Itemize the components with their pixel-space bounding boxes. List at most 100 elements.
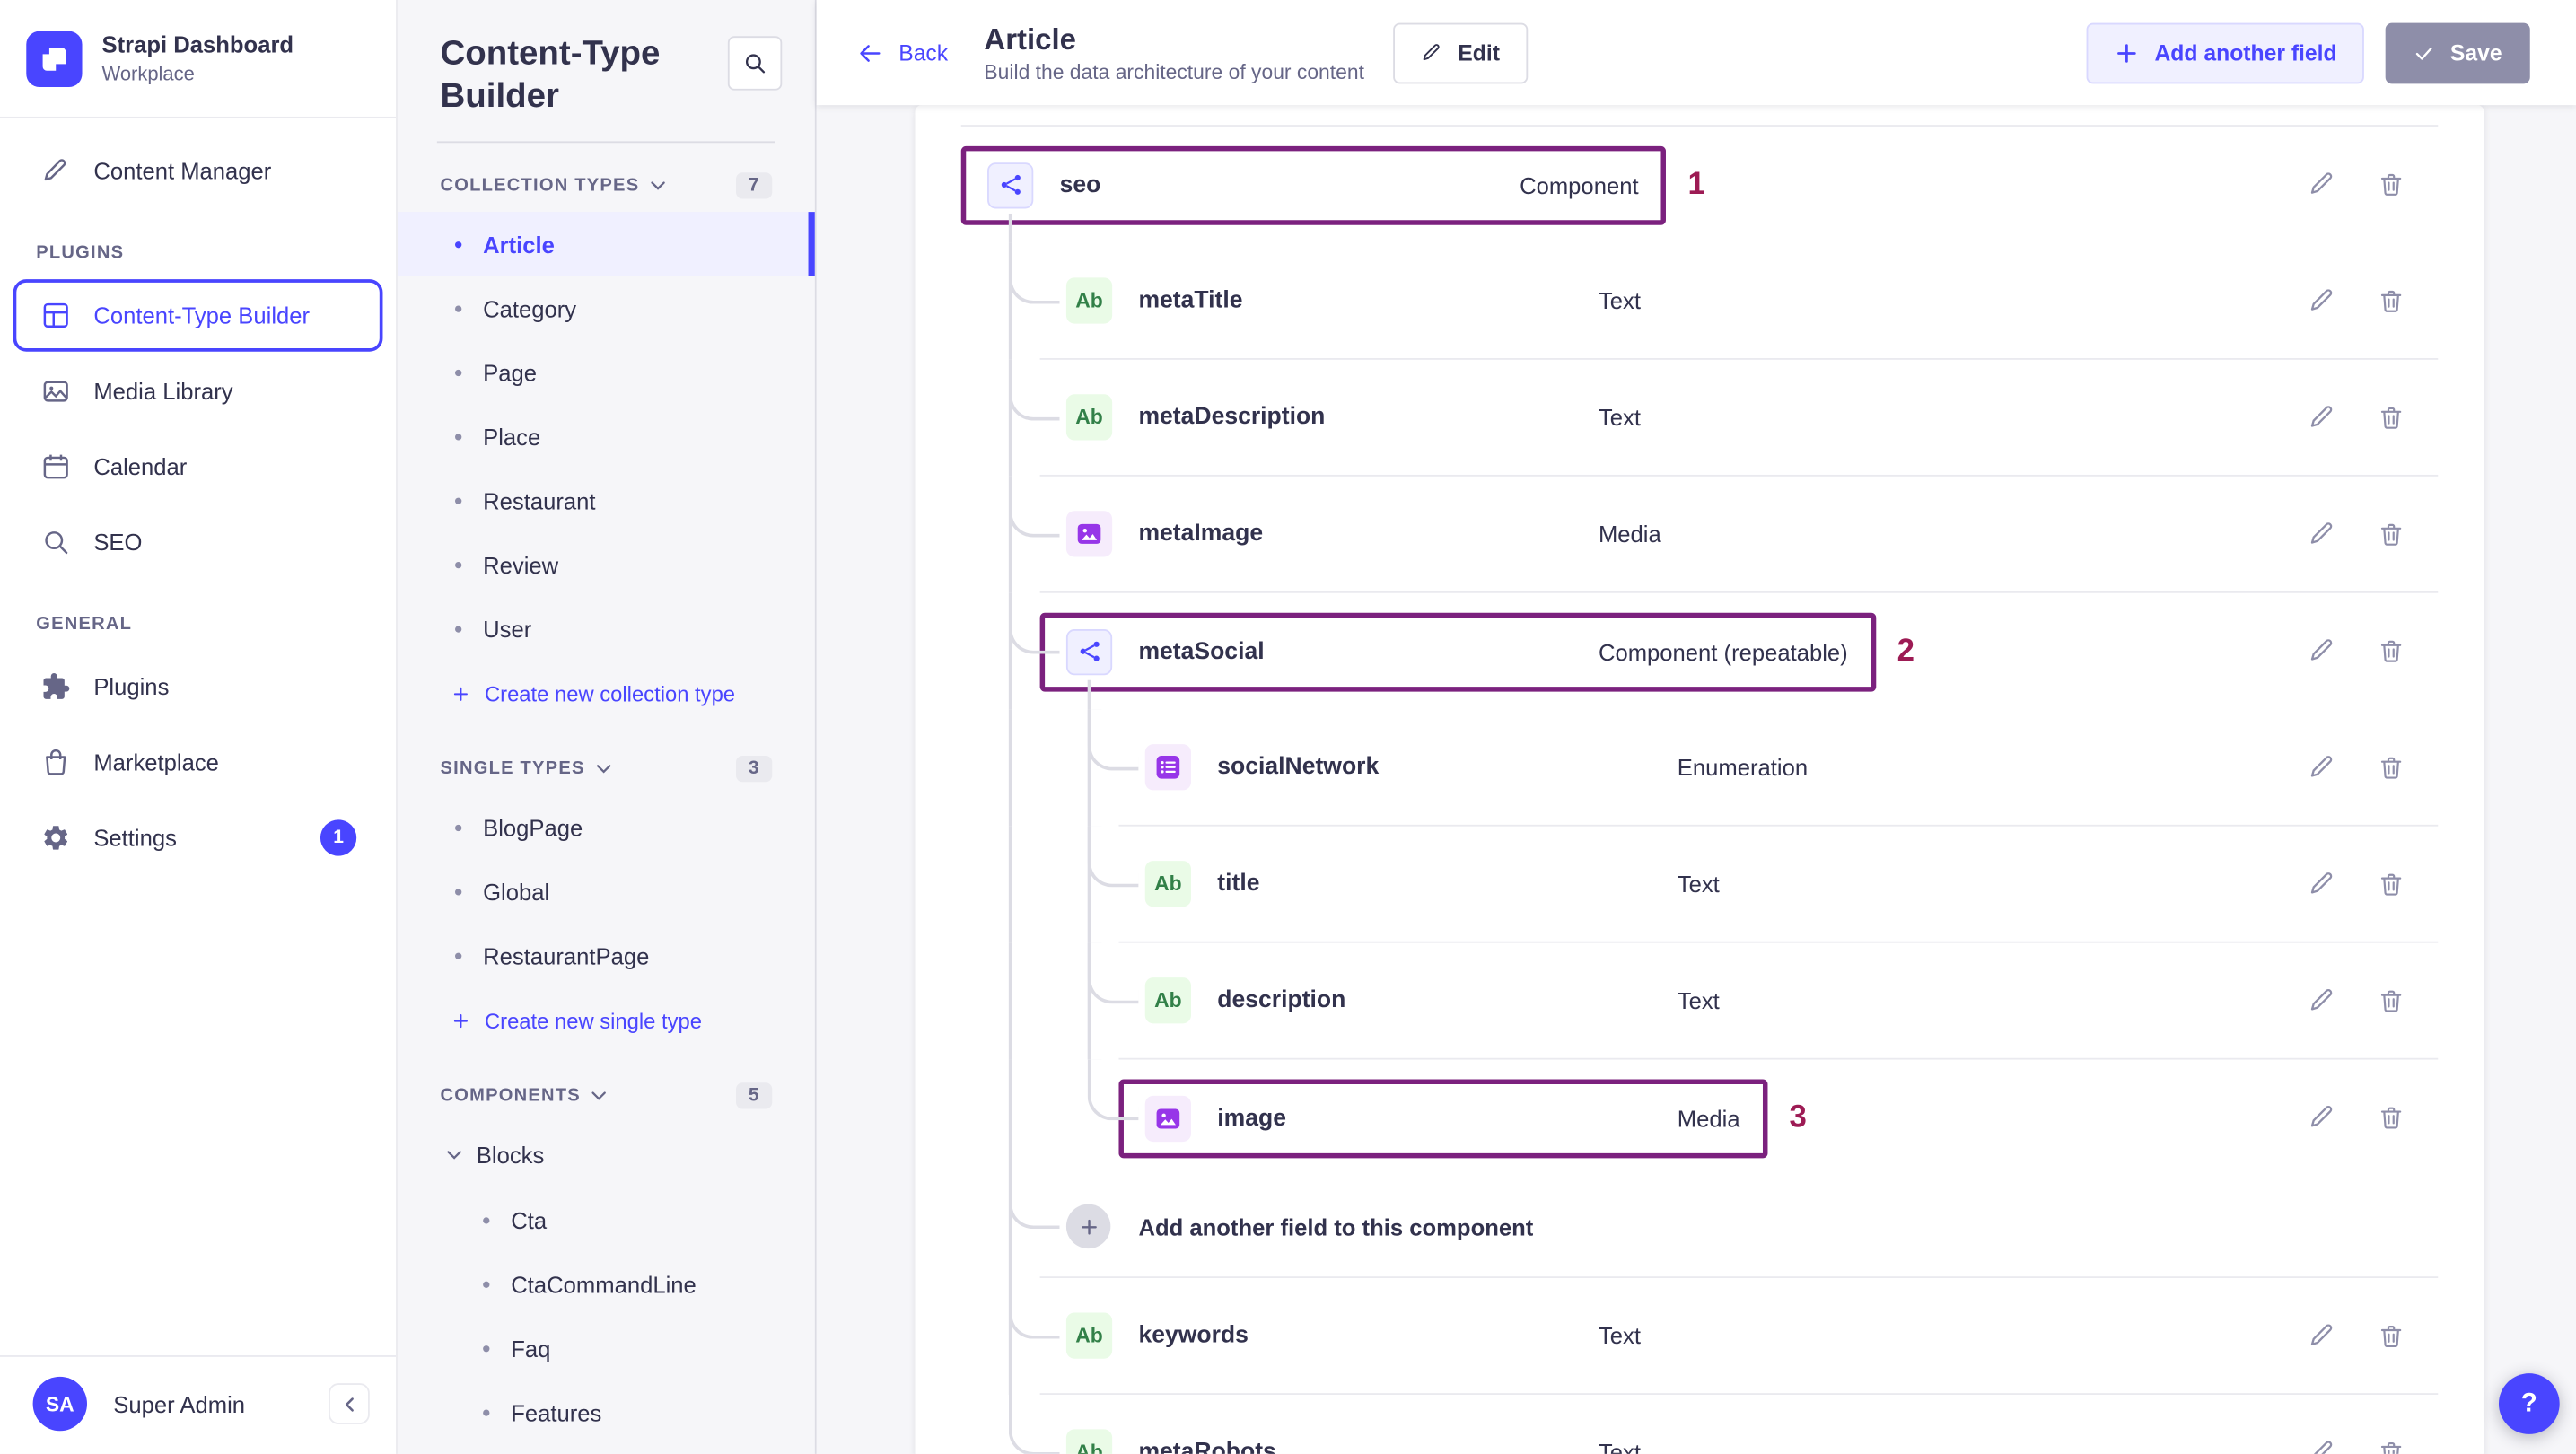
user-menu[interactable]: SA Super Admin (0, 1357, 396, 1454)
calendar-icon (39, 451, 73, 484)
annotation-box-2: metaSocial Component (repeatable) (1039, 611, 1876, 691)
field-row-image: image Media 3 (916, 1059, 2484, 1177)
edit-field-button[interactable] (2307, 985, 2336, 1015)
edit-field-button[interactable] (2307, 402, 2336, 432)
single-types-section-toggle[interactable]: SINGLE TYPES 3 (398, 726, 815, 795)
components-group-blocks[interactable]: Blocks (398, 1122, 815, 1187)
delete-field-button[interactable] (2376, 1103, 2405, 1133)
check-icon (2414, 42, 2436, 64)
collection-type-category[interactable]: Category (398, 276, 815, 340)
delete-field-button[interactable] (2376, 170, 2405, 199)
sidebar-item-settings[interactable]: Settings 1 (13, 801, 383, 874)
back-button[interactable]: Back (856, 39, 948, 66)
app-name: Strapi Dashboard (101, 31, 294, 58)
component-icon (1065, 628, 1113, 675)
save-button[interactable]: Save (2386, 22, 2530, 83)
sidebar-item-label: Settings (93, 824, 177, 852)
components-count: 5 (735, 1082, 773, 1109)
sidebar-item-label: SEO (93, 529, 143, 556)
tree-elbow (1008, 242, 1060, 304)
bag-icon (39, 746, 73, 779)
text-field-icon: Ab (1065, 277, 1113, 324)
component-ctacommandline[interactable]: CtaCommandLine (398, 1252, 815, 1316)
edit-field-button[interactable] (2307, 285, 2336, 315)
field-name: metaTitle (1138, 287, 1243, 314)
edit-field-button[interactable] (2307, 1438, 2336, 1454)
edit-button[interactable]: Edit (1393, 22, 1529, 83)
delete-field-button[interactable] (2376, 985, 2405, 1015)
subnav-title: Content-Type Builder (440, 34, 661, 116)
text-field-icon: Ab (1065, 1312, 1113, 1359)
help-button[interactable]: ? (2498, 1373, 2560, 1434)
enumeration-field-icon (1144, 744, 1192, 791)
sidebar-item-content-manager[interactable]: Content Manager (13, 135, 383, 207)
add-field-to-component-button[interactable]: Add another field to this component (1039, 1177, 2439, 1279)
delete-field-button[interactable] (2376, 285, 2405, 315)
tree-elbow (1008, 1278, 1060, 1339)
sidebar-item-calendar[interactable]: Calendar (13, 431, 383, 504)
edit-field-button[interactable] (2307, 1103, 2336, 1133)
delete-field-button[interactable] (2376, 1438, 2405, 1454)
collection-type-article[interactable]: Article (397, 212, 815, 276)
collection-type-review[interactable]: Review (398, 532, 815, 596)
edit-field-button[interactable] (2307, 519, 2336, 548)
collection-types-section-toggle[interactable]: COLLECTION TYPES 7 (398, 143, 815, 212)
sidebar-item-label: Content-Type Builder (93, 302, 311, 329)
single-type-global[interactable]: Global (398, 859, 815, 923)
bullet-icon (455, 951, 462, 959)
delete-field-button[interactable] (2376, 1321, 2405, 1351)
delete-field-button[interactable] (2376, 636, 2405, 666)
fields-card: seo Component 1 Ab metaTitle Text Ab met… (915, 105, 2484, 1454)
delete-field-button[interactable] (2376, 402, 2405, 432)
sidebar-item-marketplace[interactable]: Marketplace (13, 726, 383, 799)
component-icon (987, 162, 1034, 208)
annotation-number: 3 (1789, 1099, 1807, 1134)
field-type: Enumeration (1677, 754, 1809, 781)
collection-type-restaurant[interactable]: Restaurant (398, 469, 815, 532)
user-name: Super Admin (113, 1390, 246, 1418)
field-type: Component (1520, 171, 1639, 198)
delete-field-button[interactable] (2376, 869, 2405, 898)
page-title: Article (984, 22, 1076, 56)
bullet-icon (455, 241, 462, 248)
components-section-toggle[interactable]: COMPONENTS 5 (398, 1053, 815, 1122)
add-another-field-button[interactable]: Add another field (2087, 22, 2365, 83)
single-type-restaurantpage[interactable]: RestaurantPage (398, 924, 815, 987)
settings-notification-badge: 1 (320, 819, 357, 856)
collection-type-page[interactable]: Page (398, 340, 815, 404)
delete-field-button[interactable] (2376, 752, 2405, 782)
component-faq[interactable]: Faq (398, 1316, 815, 1380)
field-name: metaRobots (1138, 1439, 1276, 1454)
field-row-socialnetwork: socialNetwork Enumeration (916, 709, 2484, 827)
tree-line (1008, 1059, 1012, 1177)
edit-field-button[interactable] (2307, 752, 2336, 782)
edit-field-button[interactable] (2307, 869, 2336, 898)
edit-field-button[interactable] (2307, 636, 2336, 666)
component-cta[interactable]: Cta (398, 1187, 815, 1251)
create-collection-type-link[interactable]: Create new collection type (398, 661, 815, 726)
sidebar-item-plugins[interactable]: Plugins (13, 651, 383, 723)
edit-field-button[interactable] (2307, 170, 2336, 199)
plus-icon (2116, 40, 2140, 65)
delete-field-button[interactable] (2376, 519, 2405, 548)
component-features[interactable]: Features (398, 1380, 815, 1444)
tree-elbow (1008, 476, 1060, 538)
sidebar-item-content-type-builder[interactable]: Content-Type Builder (13, 279, 383, 352)
scroll-cut-row (960, 105, 2439, 127)
field-name: metaDescription (1138, 404, 1326, 431)
single-type-blogpage[interactable]: BlogPage (398, 795, 815, 859)
collection-type-user[interactable]: User (398, 596, 815, 660)
bullet-icon (455, 368, 462, 376)
create-single-type-link[interactable]: Create new single type (398, 987, 815, 1053)
fields-list-panel: seo Component 1 Ab metaTitle Text Ab met… (817, 105, 2576, 1454)
sidebar-item-label: Marketplace (93, 749, 219, 775)
sidebar-item-media-library[interactable]: Media Library (13, 355, 383, 427)
collection-type-place[interactable]: Place (398, 404, 815, 468)
field-type: Text (1677, 871, 1720, 898)
edit-field-button[interactable] (2307, 1321, 2336, 1351)
plus-icon (451, 684, 469, 702)
collapse-sidebar-button[interactable] (329, 1383, 370, 1425)
search-button[interactable] (727, 36, 783, 91)
workspace-switcher[interactable]: Strapi Dashboard Workplace (0, 0, 396, 117)
sidebar-item-seo[interactable]: SEO (13, 506, 383, 579)
